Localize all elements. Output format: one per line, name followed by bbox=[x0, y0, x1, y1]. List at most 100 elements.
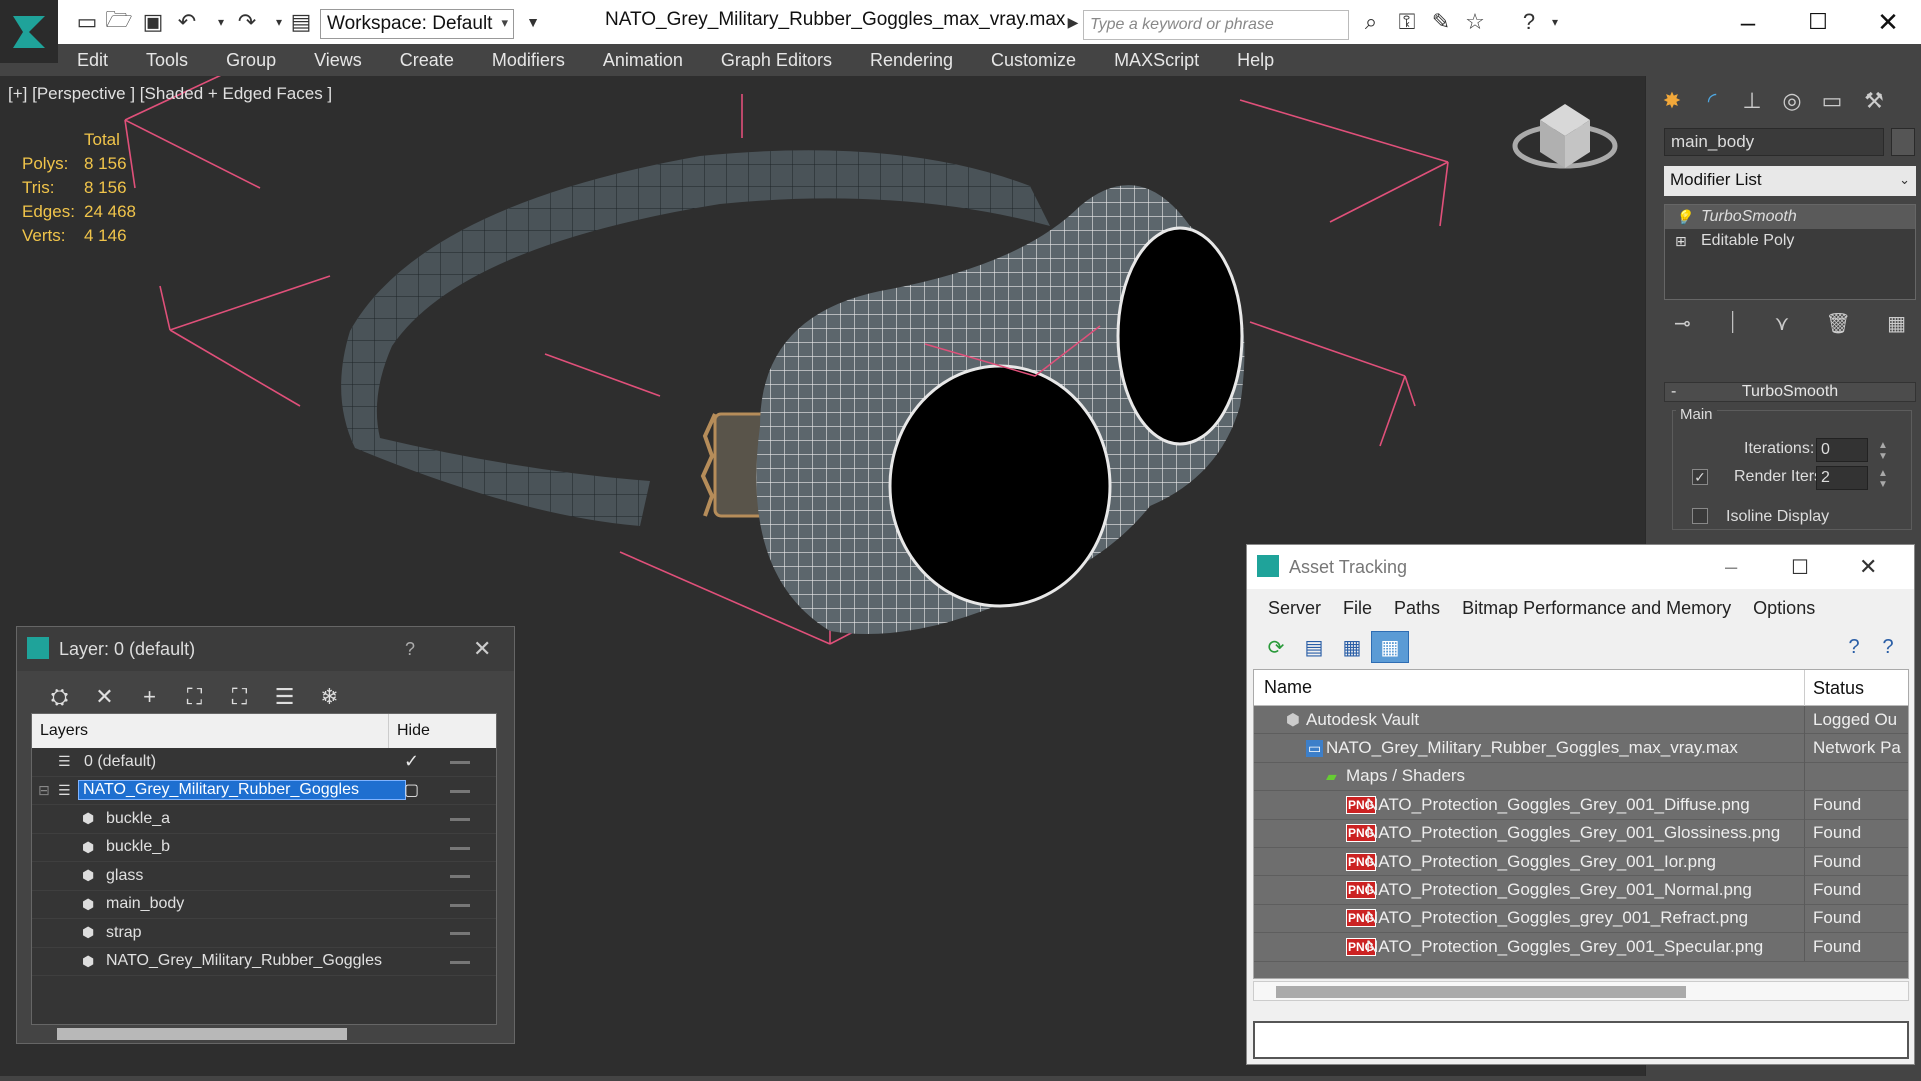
hide-all-layers-icon[interactable]: ☰ bbox=[262, 684, 307, 710]
detail-view-icon[interactable]: ▦ bbox=[1333, 631, 1371, 663]
collapse-icon[interactable]: ⊟ bbox=[38, 782, 50, 799]
menu-graph-editors[interactable]: Graph Editors bbox=[702, 50, 851, 71]
menu-tools[interactable]: Tools bbox=[127, 50, 207, 71]
lightbulb-icon[interactable]: 💡 bbox=[1675, 209, 1701, 226]
highlight-selected-icon[interactable]: ⛶ bbox=[217, 684, 262, 710]
asset-row[interactable]: PNG NATO_Protection_Goggles_Grey_001_Dif… bbox=[1254, 790, 1908, 820]
open-file-icon[interactable]: 🗁 bbox=[104, 7, 134, 36]
asset-row[interactable]: ▰ Maps / Shaders bbox=[1254, 762, 1908, 792]
communication-icon[interactable]: ✎ bbox=[1426, 8, 1456, 36]
list-view-icon[interactable]: ▤ bbox=[1295, 631, 1333, 663]
iterations-spinner[interactable]: 0 bbox=[1816, 438, 1868, 462]
asset-row[interactable]: PNG NATO_Protection_Goggles_Grey_001_Ior… bbox=[1254, 847, 1908, 877]
object-row[interactable]: ⬢ strap bbox=[32, 919, 496, 948]
minimize-icon[interactable]: – bbox=[1728, 6, 1768, 38]
asset-dialog-titlebar[interactable]: Asset Tracking – ☐ ✕ bbox=[1247, 545, 1914, 589]
app-logo[interactable] bbox=[0, 0, 58, 63]
menu-customize[interactable]: Customize bbox=[972, 50, 1095, 71]
motion-tab-icon[interactable]: ◎ bbox=[1774, 84, 1810, 118]
menu-maxscript[interactable]: MAXScript bbox=[1095, 50, 1218, 71]
menu-rendering[interactable]: Rendering bbox=[851, 50, 972, 71]
delete-layer-icon[interactable]: ✕ bbox=[82, 684, 127, 710]
configure-sets-icon[interactable]: ▦ bbox=[1887, 311, 1906, 336]
hierarchy-tab-icon[interactable]: ⊥ bbox=[1734, 84, 1770, 118]
object-row[interactable]: ⬢ main_body bbox=[32, 891, 496, 919]
asset-row[interactable]: PNG NATO_Protection_Goggles_Grey_001_Glo… bbox=[1254, 819, 1908, 848]
table-view-icon[interactable]: ▦ bbox=[1371, 631, 1409, 663]
maximize-icon[interactable]: ☐ bbox=[1791, 555, 1809, 580]
object-row[interactable]: ⬢ NATO_Grey_Military_Rubber_Goggles bbox=[32, 948, 496, 976]
favorites-star-icon[interactable]: ☆ bbox=[1460, 8, 1490, 36]
asset-row[interactable]: PNG NATO_Protection_Goggles_Grey_001_Spe… bbox=[1254, 932, 1908, 962]
minimize-icon[interactable]: – bbox=[1725, 554, 1737, 580]
layer-dialog-titlebar[interactable]: Layer: 0 (default) ? ✕ bbox=[17, 627, 514, 671]
turbosmooth-rollout-header[interactable]: - TurboSmooth bbox=[1664, 382, 1916, 402]
layer-row[interactable]: ⊟ ☰ NATO_Grey_Military_Rubber_Goggles ▢ bbox=[32, 777, 496, 805]
create-tab-icon[interactable]: ✸ bbox=[1654, 84, 1690, 118]
save-file-icon[interactable]: ▣ bbox=[138, 8, 168, 36]
add-to-layer-icon[interactable]: + bbox=[127, 684, 172, 710]
binoculars-icon[interactable]: ⌕ bbox=[1356, 8, 1386, 36]
close-icon[interactable]: ✕ bbox=[1868, 6, 1908, 38]
show-end-result-icon[interactable]: ⏐ bbox=[1727, 312, 1738, 335]
quick-access-menu-icon[interactable]: ▼ bbox=[518, 8, 548, 36]
asset-row[interactable]: ▭ NATO_Grey_Military_Rubber_Goggles_max_… bbox=[1254, 734, 1908, 763]
key-icon[interactable]: ⚿ bbox=[1392, 8, 1422, 36]
object-color-swatch[interactable] bbox=[1891, 128, 1915, 156]
hide-toggle[interactable] bbox=[450, 818, 470, 821]
column-status[interactable]: Status bbox=[1804, 670, 1908, 706]
stack-item-editable-poly[interactable]: ⊞ Editable Poly bbox=[1665, 229, 1915, 253]
workspace-dropdown[interactable]: Workspace: Default ▾ bbox=[320, 9, 514, 39]
hide-toggle[interactable] bbox=[450, 903, 470, 907]
menu-group[interactable]: Group bbox=[207, 50, 295, 71]
spinner-arrows-icon[interactable]: ▲ ▼ bbox=[1878, 440, 1888, 462]
maximize-icon[interactable]: ☐ bbox=[1798, 6, 1838, 38]
column-name[interactable]: Name bbox=[1264, 677, 1312, 698]
redo-icon[interactable]: ↷ bbox=[232, 8, 262, 36]
undo-icon[interactable]: ↶ bbox=[172, 8, 202, 36]
object-row[interactable]: ⬢ buckle_a bbox=[32, 805, 496, 834]
project-folder-icon[interactable]: ▤ bbox=[286, 8, 316, 36]
object-row[interactable]: ⬢ buckle_b bbox=[32, 834, 496, 862]
object-name-field[interactable]: main_body bbox=[1664, 128, 1884, 156]
render-iters-spinner[interactable]: 2 bbox=[1816, 466, 1868, 490]
context-help-icon[interactable]: ? bbox=[1869, 631, 1907, 663]
menu-create[interactable]: Create bbox=[381, 50, 473, 71]
column-layers[interactable]: Layers bbox=[40, 722, 88, 740]
hide-toggle[interactable] bbox=[450, 761, 470, 764]
hide-toggle[interactable] bbox=[450, 932, 470, 935]
asset-path-field[interactable] bbox=[1253, 1021, 1909, 1059]
help-dropdown-icon[interactable]: ▾ bbox=[1540, 8, 1570, 36]
render-iters-checkbox[interactable]: ✓ bbox=[1692, 469, 1708, 485]
hide-toggle[interactable] bbox=[450, 960, 470, 964]
display-tab-icon[interactable]: ▭ bbox=[1814, 84, 1850, 118]
menu-help[interactable]: Help bbox=[1218, 50, 1293, 71]
viewport-label[interactable]: [+] [Perspective ] [Shaded + Edged Faces… bbox=[8, 84, 332, 104]
hide-toggle[interactable] bbox=[450, 875, 470, 878]
remove-modifier-icon[interactable]: 🗑 bbox=[1825, 311, 1850, 336]
pin-stack-icon[interactable]: ⊸ bbox=[1674, 311, 1691, 336]
horizontal-scrollbar[interactable] bbox=[31, 1027, 497, 1041]
freeze-all-layers-icon[interactable]: ❄ bbox=[307, 684, 352, 710]
horizontal-scrollbar[interactable] bbox=[1253, 981, 1909, 1001]
close-icon[interactable]: ✕ bbox=[1859, 554, 1877, 580]
create-layer-icon[interactable]: ⛭ bbox=[37, 684, 82, 710]
menu-animation[interactable]: Animation bbox=[584, 50, 702, 71]
hide-toggle[interactable] bbox=[450, 846, 470, 850]
asset-row[interactable]: PNG NATO_Protection_Goggles_Grey_001_Nor… bbox=[1254, 876, 1908, 905]
stack-item-turbosmooth[interactable]: 💡 TurboSmooth bbox=[1665, 205, 1915, 229]
scrollbar-thumb[interactable] bbox=[57, 1028, 347, 1040]
utilities-tab-icon[interactable]: ⚒ bbox=[1856, 84, 1892, 118]
new-file-icon[interactable]: ▭ bbox=[72, 8, 102, 36]
menu-modifiers[interactable]: Modifiers bbox=[473, 50, 584, 71]
layer-row[interactable]: ☰ 0 (default) ✓ bbox=[32, 748, 496, 777]
menu-options[interactable]: Options bbox=[1742, 598, 1826, 619]
current-layer-check-icon[interactable]: ✓ bbox=[404, 751, 419, 772]
modify-tab-icon[interactable]: ◜ bbox=[1694, 84, 1730, 118]
close-icon[interactable]: ✕ bbox=[473, 636, 491, 662]
make-unique-icon[interactable]: ⋎ bbox=[1775, 311, 1790, 336]
menu-server[interactable]: Server bbox=[1257, 598, 1332, 619]
refresh-icon[interactable]: ⟳ bbox=[1257, 631, 1295, 663]
select-objects-icon[interactable]: ⛶ bbox=[172, 684, 217, 710]
expand-plus-icon[interactable]: ⊞ bbox=[1675, 233, 1701, 250]
